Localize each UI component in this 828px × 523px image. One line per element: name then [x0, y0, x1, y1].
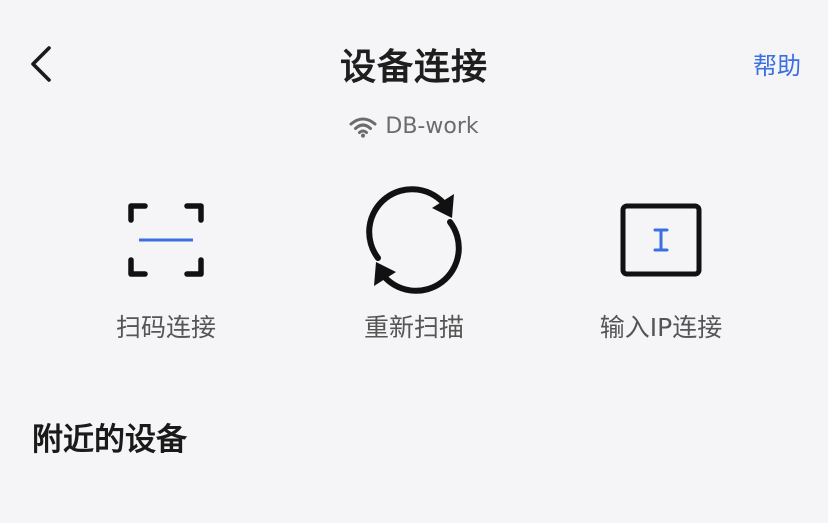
page-title: 设备连接: [339, 47, 488, 88]
rescan-button[interactable]: 重新扫描: [304, 186, 524, 344]
wifi-ssid: DB-work: [385, 114, 479, 139]
nearby-devices-title: 附近的设备: [32, 422, 187, 458]
text-input-icon: [620, 203, 702, 277]
scan-icon: [128, 203, 204, 277]
rescan-label: 重新扫描: [363, 313, 464, 342]
ip-connect-button[interactable]: 输入IP连接: [551, 190, 771, 344]
scan-connect-button[interactable]: 扫码连接: [56, 190, 276, 344]
scan-connect-label: 扫码连接: [115, 313, 216, 342]
wifi-status: DB-work: [0, 114, 828, 139]
header: 设备连接 帮助: [0, 0, 828, 130]
wifi-icon: [349, 117, 377, 138]
connection-actions: 扫码连接 重新扫描 输入IP连接: [0, 186, 828, 360]
refresh-icon: [366, 186, 462, 294]
help-link[interactable]: 帮助: [753, 46, 801, 81]
ip-connect-label: 输入IP连接: [599, 313, 723, 342]
